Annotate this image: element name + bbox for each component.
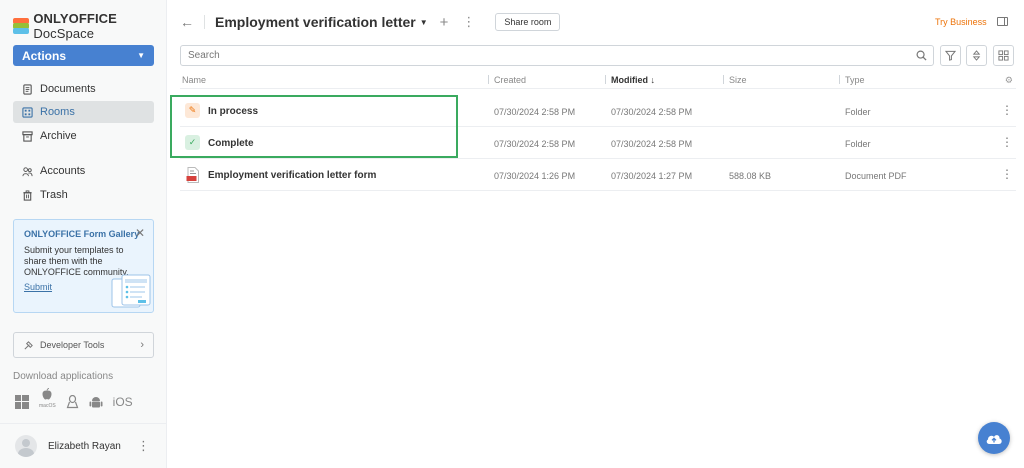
- macos-icon[interactable]: macOS: [39, 388, 56, 409]
- logo-text: ONLYOFFICE DocSpace: [33, 11, 117, 41]
- accounts-icon: [22, 166, 33, 176]
- trash-icon: [23, 189, 32, 201]
- sort-button[interactable]: [966, 45, 987, 66]
- linux-icon[interactable]: [66, 395, 79, 409]
- filter-button[interactable]: [940, 45, 961, 66]
- info-panel-icon[interactable]: [997, 17, 1008, 26]
- windows-icon[interactable]: [15, 395, 29, 409]
- onlyoffice-logo-icon: [13, 18, 29, 34]
- column-resizer[interactable]: [723, 75, 724, 84]
- view-toggle-button[interactable]: [993, 45, 1014, 66]
- promo-title: ONLYOFFICE Form Gallery: [24, 229, 140, 239]
- close-icon[interactable]: ✕: [135, 226, 145, 240]
- column-modified[interactable]: Modified ↓: [611, 75, 655, 85]
- android-icon[interactable]: [89, 395, 103, 409]
- sidebar-item-rooms[interactable]: Rooms: [13, 101, 154, 123]
- actions-label: Actions: [22, 48, 67, 63]
- rooms-icon: [22, 106, 33, 118]
- user-profile[interactable]: Elizabeth Rayan ⋮: [0, 423, 167, 468]
- vertical-dots-icon[interactable]: ⋮: [1001, 103, 1013, 117]
- vertical-dots-icon[interactable]: ⋮: [1001, 167, 1013, 181]
- archive-icon: [22, 130, 33, 142]
- table-row[interactable]: Employment verification letter form 07/3…: [180, 159, 1016, 191]
- logo[interactable]: ONLYOFFICE DocSpace: [13, 11, 166, 41]
- sidebar-item-documents[interactable]: Documents: [13, 78, 154, 100]
- header-divider: [204, 15, 205, 29]
- table-header: Name Created Modified ↓ Size Type ⚙: [180, 70, 1016, 89]
- caret-down-icon: ▼: [137, 51, 145, 60]
- app-root: ONLYOFFICE DocSpace Actions ▼ Documents …: [0, 0, 1024, 468]
- share-room-button[interactable]: Share room: [495, 13, 561, 31]
- try-business-link[interactable]: Try Business: [935, 17, 987, 27]
- column-resizer[interactable]: [605, 75, 606, 84]
- vertical-dots-icon[interactable]: ⋮: [1001, 135, 1013, 149]
- user-name: Elizabeth Rayan: [48, 440, 121, 452]
- column-name[interactable]: Name: [182, 75, 206, 85]
- upload-button[interactable]: [978, 422, 1010, 454]
- column-created[interactable]: Created: [494, 75, 526, 85]
- promo-submit-link[interactable]: Submit: [24, 282, 52, 292]
- vertical-dots-icon[interactable]: ⋮: [462, 14, 475, 30]
- document-icon: [23, 83, 32, 95]
- form-illustration-icon: [111, 274, 151, 308]
- column-size[interactable]: Size: [729, 75, 747, 85]
- download-apps-title: Download applications: [13, 371, 114, 382]
- arrow-left-icon[interactable]: ←: [180, 14, 196, 30]
- avatar[interactable]: [15, 435, 37, 457]
- grid-view-icon: [998, 50, 1009, 61]
- sidebar: ONLYOFFICE DocSpace Actions ▼ Documents …: [0, 0, 167, 468]
- cloud-upload-icon: [986, 435, 1002, 444]
- gear-icon[interactable]: ⚙: [1005, 75, 1013, 86]
- download-apps: macOS iOS: [15, 388, 133, 409]
- sidebar-item-archive[interactable]: Archive: [13, 125, 154, 147]
- column-resizer[interactable]: [839, 75, 840, 84]
- chevron-right-icon: ›: [140, 339, 144, 351]
- room-title[interactable]: Employment verification letter: [215, 14, 416, 30]
- developer-tools-button[interactable]: Developer Tools ›: [13, 332, 154, 358]
- filter-icon: [945, 50, 956, 61]
- vertical-dots-icon[interactable]: ⋮: [137, 438, 150, 454]
- developer-tools-icon: [24, 340, 33, 350]
- pdf-icon: [185, 166, 200, 183]
- plus-icon[interactable]: +: [440, 14, 449, 31]
- search-icon[interactable]: [916, 50, 927, 61]
- caret-down-icon[interactable]: ▼: [420, 18, 428, 27]
- ios-icon[interactable]: iOS: [113, 395, 133, 409]
- sidebar-item-accounts[interactable]: Accounts: [13, 160, 154, 182]
- selection-highlight: [170, 95, 458, 158]
- column-resizer[interactable]: [488, 75, 489, 84]
- form-gallery-promo: ONLYOFFICE Form Gallery Submit your temp…: [13, 219, 154, 313]
- search-input[interactable]: Search: [180, 45, 934, 66]
- sidebar-item-trash[interactable]: Trash: [13, 184, 154, 206]
- column-type[interactable]: Type: [845, 75, 865, 85]
- room-header: ← Employment verification letter ▼ + ⋮ S…: [180, 12, 561, 32]
- actions-button[interactable]: Actions ▼: [13, 45, 154, 66]
- sort-icon: [972, 50, 981, 61]
